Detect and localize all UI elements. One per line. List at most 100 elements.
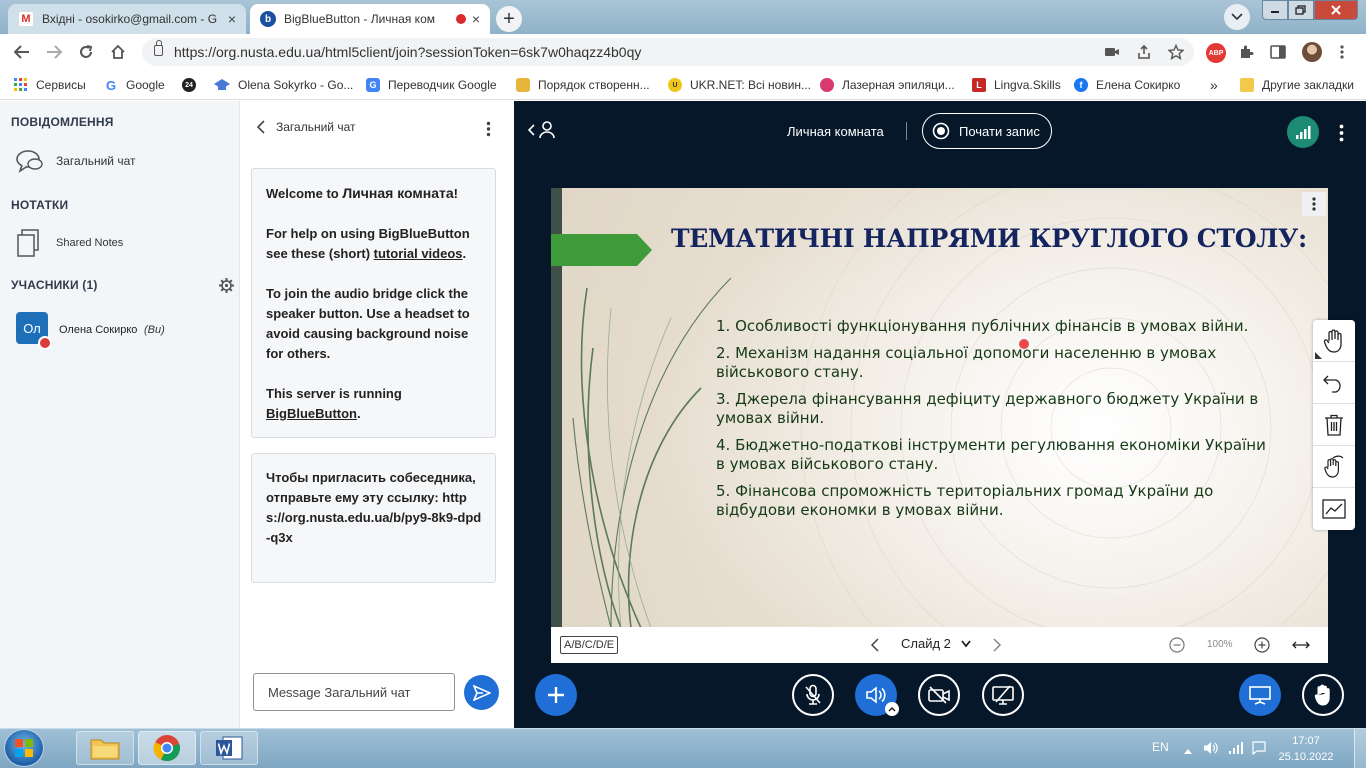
fit-to-width-button[interactable] xyxy=(1292,639,1310,654)
trash-icon xyxy=(1325,414,1343,436)
public-chat-item[interactable]: Загальний чат xyxy=(16,148,136,174)
bigbluebutton-link[interactable]: BigBlueButton xyxy=(266,406,357,421)
chat-input[interactable]: Message Загальний чат xyxy=(253,673,455,711)
start-button[interactable] xyxy=(4,729,44,767)
bookmark-translate[interactable]: G Переводчик Google xyxy=(366,76,497,94)
close-icon[interactable]: × xyxy=(472,11,480,27)
more-vert-icon[interactable] xyxy=(1334,44,1350,60)
taskbar-explorer[interactable] xyxy=(76,731,134,765)
adblock-extension-button[interactable]: ABP xyxy=(1206,43,1226,63)
language-indicator[interactable]: EN xyxy=(1152,740,1169,754)
translate-icon: G xyxy=(366,78,380,92)
leave-audio-button[interactable] xyxy=(855,674,899,716)
bookmark-laser[interactable]: Лазерная эпиляци... xyxy=(820,76,955,94)
minimize-button[interactable] xyxy=(1262,0,1288,20)
forward-button[interactable] xyxy=(44,42,64,62)
line-chart-icon xyxy=(1322,499,1346,519)
more-bookmarks-button[interactable]: » xyxy=(1210,76,1218,94)
taskbar-word[interactable] xyxy=(200,731,258,765)
side-panel-icon[interactable] xyxy=(1270,44,1286,60)
whiteboard-chart-button[interactable] xyxy=(1313,488,1355,530)
taskbar-chrome[interactable] xyxy=(138,731,196,765)
chevron-up-icon xyxy=(1184,749,1192,754)
chat-input-placeholder: Message Загальний чат xyxy=(268,684,411,700)
shared-notes-item[interactable]: Shared Notes xyxy=(16,229,123,257)
action-center-icon[interactable] xyxy=(1252,741,1266,758)
audio-help-text: To join the audio bridge click the speak… xyxy=(266,286,470,361)
previous-slide-button[interactable] xyxy=(870,638,880,655)
minimize-presentation-button[interactable] xyxy=(1239,674,1281,716)
camera-blocked-icon[interactable] xyxy=(1104,44,1120,60)
pan-tool-button[interactable] xyxy=(1313,320,1355,362)
show-desktop-button[interactable] xyxy=(1354,729,1366,768)
maximize-button[interactable] xyxy=(1288,0,1314,20)
bbb-icon: b xyxy=(260,11,276,27)
bookmark-24[interactable]: 24 xyxy=(182,76,204,94)
undo-button[interactable] xyxy=(1313,362,1355,404)
help-text: For help on using BigBlueButton see thes… xyxy=(266,226,470,261)
close-icon[interactable]: × xyxy=(228,11,236,27)
zoom-in-button[interactable] xyxy=(1254,637,1270,656)
reload-button[interactable] xyxy=(76,42,96,62)
chat-back-button[interactable]: Загальний чат xyxy=(256,120,356,134)
toggle-userlist-button[interactable] xyxy=(527,121,555,139)
quick-poll-button[interactable]: A/B/C/D/E xyxy=(560,636,619,654)
connection-status-button[interactable] xyxy=(1287,116,1319,148)
tab-gmail[interactable]: M Вхідні - osokirko@gmail.com - G × xyxy=(8,4,246,34)
multi-user-button[interactable] xyxy=(1313,446,1355,488)
folder-icon xyxy=(90,739,120,760)
chevron-left-icon xyxy=(870,638,879,652)
other-bookmarks[interactable]: Другие закладки xyxy=(1240,76,1354,94)
share-screen-button[interactable] xyxy=(982,674,1024,716)
new-tab-button[interactable]: + xyxy=(496,6,522,32)
tab-title: BigBlueButton - Личная ком xyxy=(284,12,435,26)
clear-all-button[interactable] xyxy=(1313,404,1355,446)
home-button[interactable] xyxy=(108,42,128,62)
user-options-gear-icon[interactable] xyxy=(219,278,234,296)
start-recording-button[interactable]: Почати запис xyxy=(922,113,1052,149)
slide-options-button[interactable] xyxy=(1302,192,1326,216)
audio-settings-caret[interactable] xyxy=(885,702,899,716)
star-icon[interactable] xyxy=(1168,44,1184,60)
restore-icon xyxy=(1295,5,1306,15)
room-name: Личная комната xyxy=(787,124,884,139)
clock[interactable]: 17:07 25.10.2022 xyxy=(1278,733,1334,765)
tutorial-videos-link[interactable]: tutorial videos xyxy=(374,246,463,261)
back-button[interactable] xyxy=(12,42,32,62)
mute-button[interactable] xyxy=(792,674,834,716)
volume-icon[interactable] xyxy=(1203,741,1219,758)
tab-search-button[interactable] xyxy=(1224,4,1250,30)
microphone-off-icon xyxy=(805,684,821,705)
slide-selector[interactable]: Слайд 2 xyxy=(901,636,971,651)
ukrnet-icon: U xyxy=(668,78,682,92)
presentation-slide[interactable]: ТЕМАТИЧНІ НАПРЯМИ КРУГЛОГО СТОЛУ: 1. Осо… xyxy=(551,188,1328,628)
bookmark-lingva[interactable]: L Lingva.Skills xyxy=(972,76,1061,94)
raise-hand-icon xyxy=(1314,684,1330,706)
user-list-item[interactable]: Ол Олена Сокирко (Ви) xyxy=(16,312,236,350)
show-hidden-icons-button[interactable] xyxy=(1183,743,1193,758)
bookmark-google[interactable]: G Google xyxy=(104,76,165,94)
profile-avatar[interactable] xyxy=(1302,42,1322,62)
chat-options-icon[interactable] xyxy=(486,121,491,140)
next-slide-button[interactable] xyxy=(992,638,1002,655)
extensions-icon[interactable] xyxy=(1238,44,1254,60)
network-icon[interactable] xyxy=(1228,741,1244,758)
zoom-out-button[interactable] xyxy=(1169,637,1185,656)
bookmark-scholar[interactable]: Olena Sokyrko - Go... xyxy=(214,76,353,94)
tab-bigbluebutton[interactable]: b BigBlueButton - Личная ком × xyxy=(250,4,490,34)
bookmark-facebook[interactable]: f Елена Сокирко xyxy=(1074,76,1180,94)
send-message-button[interactable] xyxy=(464,675,499,710)
close-window-button[interactable] xyxy=(1314,0,1358,20)
share-icon[interactable] xyxy=(1136,44,1152,60)
raise-hand-button[interactable] xyxy=(1302,674,1344,716)
bookmark-services[interactable]: Сервисы xyxy=(14,76,86,94)
actions-button[interactable] xyxy=(535,674,577,716)
address-bar[interactable]: https://org.nusta.edu.ua/html5client/joi… xyxy=(142,38,1194,66)
bookmark-poryadok[interactable]: Порядок створенн... xyxy=(516,76,650,94)
windows-logo-icon xyxy=(15,739,33,757)
bookmark-ukrnet[interactable]: U UKR.NET: Всі новин... xyxy=(668,76,811,94)
apps-grid-icon xyxy=(14,78,27,91)
share-webcam-button[interactable] xyxy=(918,674,960,716)
chevron-down-icon xyxy=(961,639,971,647)
options-menu-icon[interactable] xyxy=(1339,124,1344,145)
